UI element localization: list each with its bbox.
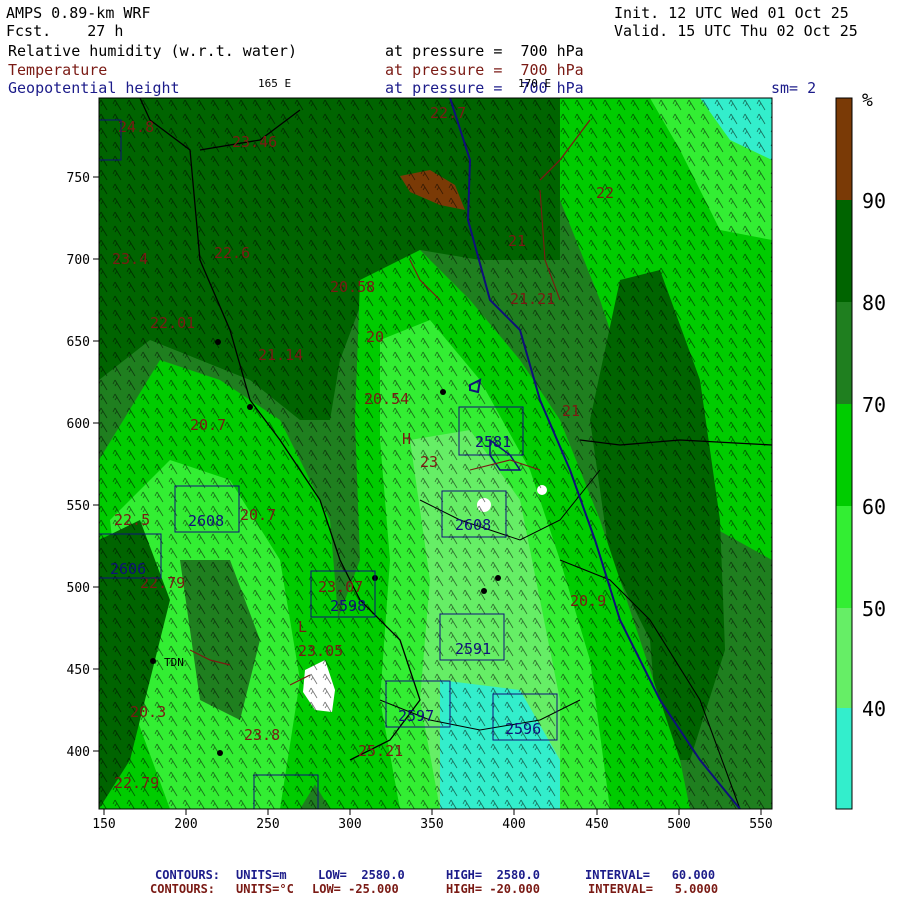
station-label: TDN — [164, 656, 184, 669]
height-label: 2581 — [475, 433, 511, 451]
temp-label: 22.79 — [140, 574, 185, 592]
temp-label: 22 — [596, 184, 614, 202]
height-label: 2598 — [330, 597, 366, 615]
footer-units-height: UNITS=m — [236, 868, 287, 882]
hl-marker: H — [402, 430, 411, 448]
y-tick-label: 700 — [67, 253, 90, 268]
temp-label: 23.05 — [298, 642, 343, 660]
temp-label: 20 — [366, 328, 384, 346]
colorbar-label: 80 — [862, 291, 886, 315]
temp-label: 22.6 — [214, 244, 250, 262]
temp-label: 22.01 — [150, 314, 195, 332]
temp-label: 22.79 — [114, 774, 159, 792]
footer-contour-label-temp: CONTOURS: — [150, 882, 216, 896]
height-label: 2608 — [455, 516, 491, 534]
y-tick-label: 550 — [67, 499, 90, 514]
x-tick-label: 150 — [92, 817, 115, 832]
x-tick-label: 300 — [338, 817, 361, 832]
temp-label: 23.8 — [244, 726, 280, 744]
height-label: 2606 — [110, 560, 146, 578]
footer-high-temp: HIGH= -20.000 — [446, 882, 540, 896]
temp-label: 20.58 — [330, 278, 375, 296]
temp-label: 21 — [562, 402, 580, 420]
footer-units-temp: UNITS=°C — [236, 882, 294, 896]
y-tick-label: 450 — [67, 663, 90, 678]
x-tick-label: 450 — [585, 817, 608, 832]
height-label: 2608 — [188, 512, 224, 530]
height-label: 2591 — [455, 640, 491, 658]
footer-interval-height: INTERVAL= 60.000 — [585, 868, 716, 882]
x-tick-label: 550 — [749, 817, 772, 832]
temp-label: 24.8 — [118, 118, 154, 136]
colorbar-label: 40 — [862, 697, 886, 721]
x-tick-label: 200 — [174, 817, 197, 832]
hl-marker: L — [298, 618, 307, 636]
footer-high-height: HIGH= 2580.0 — [446, 868, 540, 882]
y-tick-label: 600 — [67, 417, 90, 432]
temp-label: 23 — [420, 453, 438, 471]
footer-contour-label-height: CONTOURS: — [155, 868, 221, 882]
temp-label: 25.21 — [358, 742, 403, 760]
temp-label: 20.9 — [570, 592, 606, 610]
y-tick-label: 650 — [67, 335, 90, 350]
colorbar-unit: % — [862, 90, 873, 111]
temp-label: 23.4 — [112, 250, 148, 268]
height-label: 2597 — [398, 707, 434, 725]
temp-label: 21 — [508, 232, 526, 250]
colorbar-label: 60 — [862, 495, 886, 519]
temp-label: 22.7 — [430, 104, 466, 122]
colorbar-label: 90 — [862, 189, 886, 213]
temp-label: 23.46 — [232, 133, 277, 151]
x-tick-label: 400 — [502, 817, 525, 832]
temp-label: 21.21 — [510, 290, 555, 308]
temp-label: 20.7 — [190, 416, 226, 434]
footer-low-temp: LOW= -25.000 — [312, 882, 399, 896]
temp-label: 23.07 — [318, 578, 363, 596]
temp-label: 20.7 — [240, 506, 276, 524]
temp-label: 20.54 — [364, 390, 409, 408]
footer-interval-temp: INTERVAL= 5.0000 — [588, 882, 719, 896]
rh-map: 24.8 23.46 22.7 23.4 22.6 20.58 22.01 21… — [67, 90, 887, 832]
colorbar — [835, 97, 853, 810]
x-tick-label: 350 — [420, 817, 443, 832]
colorbar-label: 70 — [862, 393, 886, 417]
y-tick-label: 750 — [67, 171, 90, 186]
temp-label: 22.5 — [114, 511, 150, 529]
x-tick-label: 500 — [667, 817, 690, 832]
x-tick-label: 250 — [256, 817, 279, 832]
footer-low-height: LOW= 2580.0 — [318, 868, 405, 882]
y-tick-label: 500 — [67, 581, 90, 596]
height-label: 2596 — [505, 720, 541, 738]
y-tick-label: 400 — [67, 745, 90, 760]
temp-label: 21.14 — [258, 346, 303, 364]
colorbar-label: 50 — [862, 597, 886, 621]
temp-label: 20.3 — [130, 703, 166, 721]
